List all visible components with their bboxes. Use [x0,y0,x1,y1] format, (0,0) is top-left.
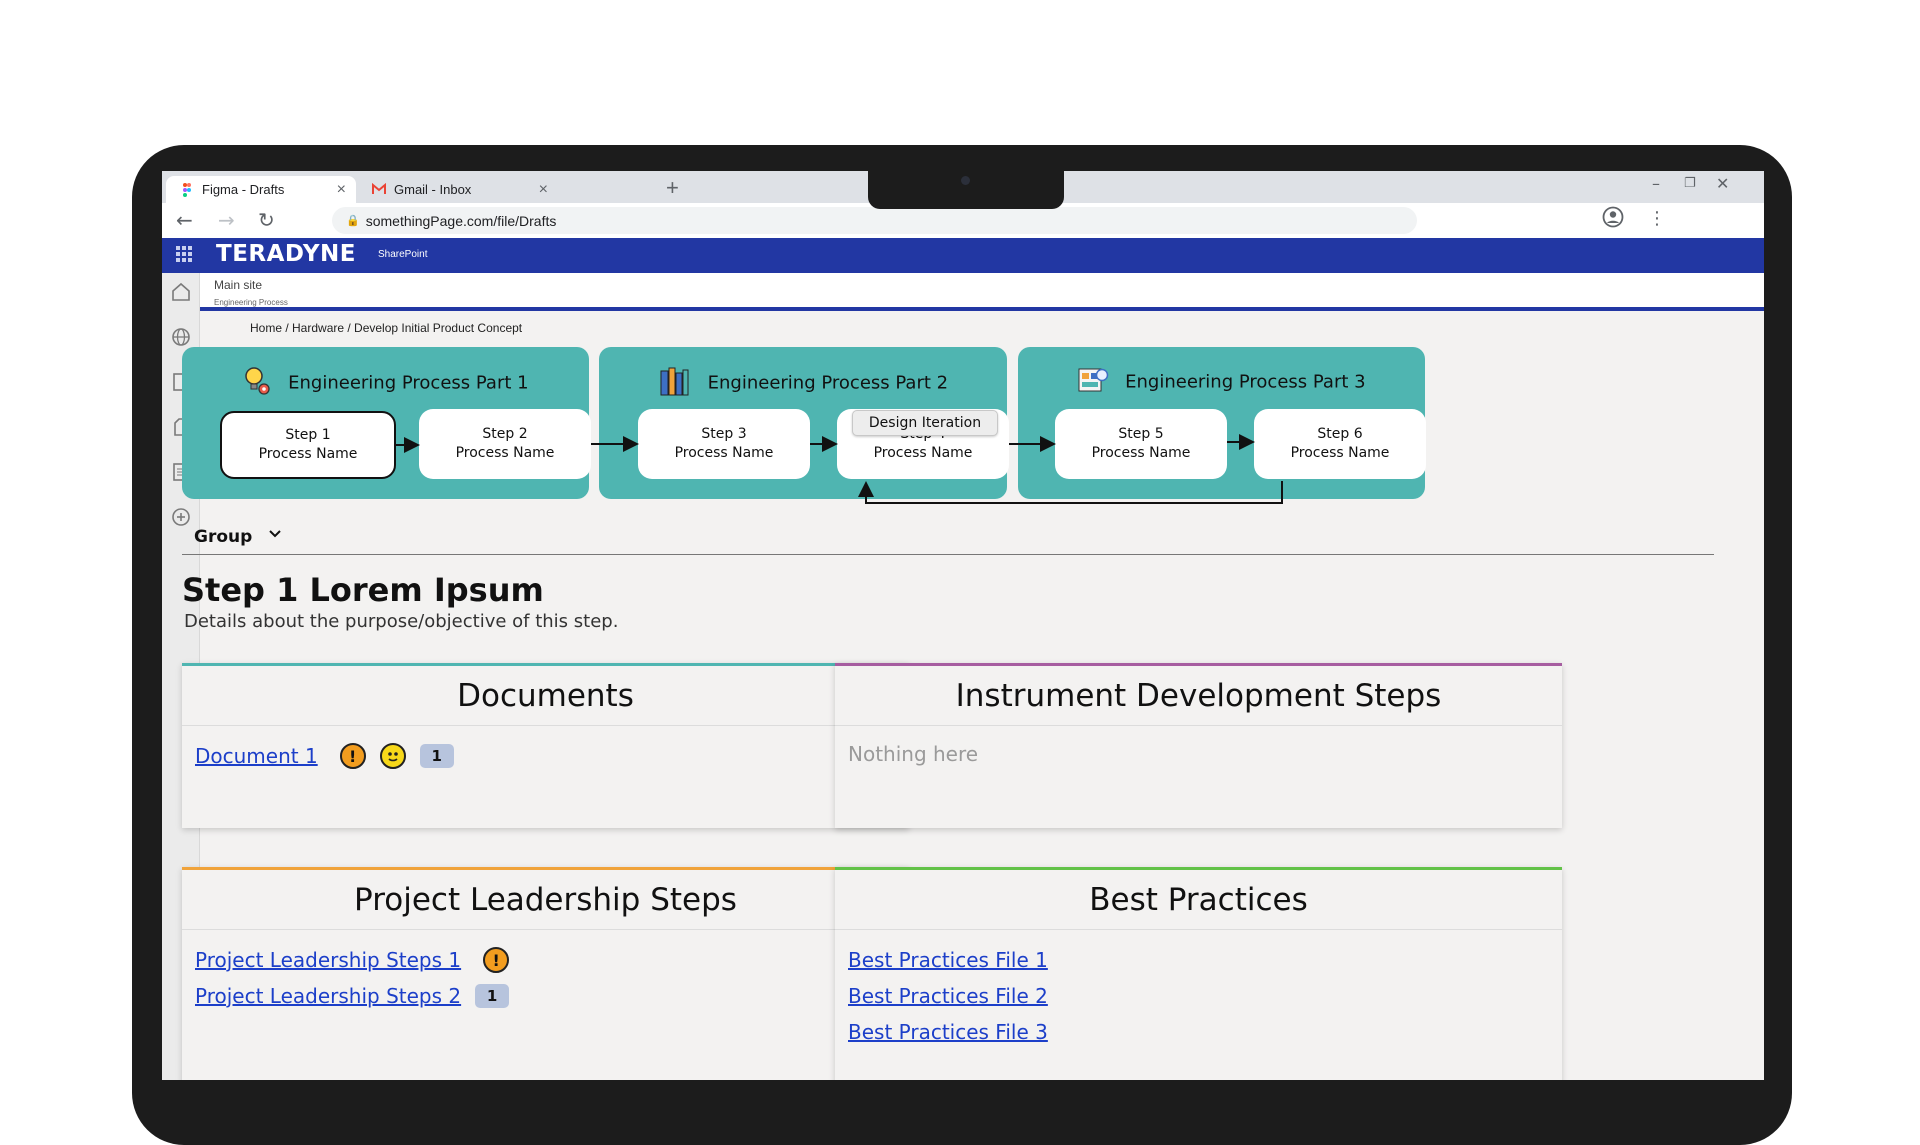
count-badge: 1 [419,744,454,768]
step-name: Step 5 [1118,426,1164,442]
warning-icon[interactable]: ! [483,947,510,973]
group-filter-bar: Group [182,519,1714,555]
step-sub: Process Name [1290,445,1390,461]
step-card-5[interactable]: Step 5 Process Name [1055,409,1227,479]
sharepoint-header: TERADYNE SharePoint [162,238,1764,273]
empty-state-text: Nothing here [848,742,979,766]
blueprint-icon [1077,365,1109,400]
close-tab-icon[interactable]: × [337,181,346,199]
document-link[interactable]: Best Practices File 3 [848,1020,1048,1044]
tab-title: Figma - Drafts [202,182,285,197]
step-sub: Process Name [674,445,774,461]
back-icon[interactable]: ← [176,208,193,232]
address-bar[interactable]: 🔒 somethingPage.com/file/Drafts [332,207,1417,234]
list-item: Document 1 ! 1 [195,738,896,774]
step-card-1[interactable]: Step 1 Process Name [220,411,396,479]
step-sub: Process Name [258,446,358,462]
gmail-icon [372,182,386,197]
app-launcher-icon[interactable] [176,246,192,262]
new-tab-button[interactable]: + [666,175,679,201]
lightbulb-gear-icon [242,365,272,402]
step-card-2[interactable]: Step 2 Process Name [419,409,591,479]
warning-icon[interactable]: ! [339,743,366,769]
review-status-icon[interactable] [379,743,406,769]
document-link[interactable]: Best Practices File 1 [848,948,1048,972]
brand-logo[interactable]: TERADYNE [216,241,356,267]
step-name: Step 3 [701,426,747,442]
step-name: Step 1 [285,427,331,443]
documents-card: Documents Document 1 ! 1 [182,663,909,828]
card-title: Best Practices [835,870,1562,930]
minimize-icon[interactable]: – [1652,174,1660,193]
tab-title: Gmail - Inbox [394,182,472,197]
panel-title: Engineering Process Part 3 [1018,365,1425,400]
tab-figma[interactable]: Figma - Drafts × [166,176,356,203]
best-practices-card: Best Practices Best Practices File 1 Bes… [835,867,1562,1080]
list-item: Best Practices File 2 [848,978,1549,1014]
list-item: Project Leadership Steps 1 ! [195,942,896,978]
chevron-down-icon[interactable] [268,525,282,544]
panel-title-text: Engineering Process Part 2 [707,372,949,394]
step-sub: Process Name [455,445,555,461]
forward-icon[interactable]: → [218,208,235,232]
design-iteration-label: Design Iteration [852,410,998,436]
step-sub: Process Name [1091,445,1191,461]
document-link[interactable]: Project Leadership Steps 1 [195,948,461,972]
count-badge: 1 [475,984,510,1008]
globe-icon[interactable] [170,326,192,348]
group-dropdown[interactable]: Group [194,527,252,547]
list-item: Best Practices File 1 [848,942,1549,978]
reload-icon[interactable]: ↻ [258,208,275,232]
lock-icon: 🔒 [346,215,360,227]
card-title: Documents [182,666,909,726]
card-title: Project Leadership Steps [182,870,909,930]
step-sub: Process Name [873,445,973,461]
site-title[interactable]: Main site [214,278,262,292]
more-menu-icon[interactable]: ⋮ [1648,208,1666,229]
close-window-icon[interactable]: ✕ [1716,174,1729,193]
step-card-6[interactable]: Step 6 Process Name [1254,409,1426,479]
profile-icon[interactable] [1602,206,1624,233]
close-tab-icon[interactable]: × [539,181,548,199]
list-item: Project Leadership Steps 2 1 [195,978,896,1014]
step-description: Details about the purpose/objective of t… [184,611,619,632]
step-card-3[interactable]: Step 3 Process Name [638,409,810,479]
books-ruler-icon [658,365,692,402]
list-item: Best Practices File 3 [848,1014,1549,1050]
figma-icon [180,182,194,197]
screen: Figma - Drafts × Gmail - Inbox × + – ❐ ✕… [162,171,1764,1080]
home-icon[interactable] [170,281,192,303]
panel-title-text: Engineering Process Part 3 [1125,371,1366,393]
restore-icon[interactable]: ❐ [1684,176,1696,191]
site-subtitle[interactable]: Engineering Process [214,298,288,307]
step-name: Step 2 [482,426,528,442]
url-text: somethingPage.com/file/Drafts [365,212,557,229]
step-title: Step 1 Lorem Ipsum [182,571,544,609]
card-title: Instrument Development Steps [835,666,1562,726]
step-name: Step 6 [1317,426,1363,442]
tab-gmail[interactable]: Gmail - Inbox × [358,176,558,203]
document-link[interactable]: Document 1 [195,744,318,768]
document-link[interactable]: Best Practices File 2 [848,984,1048,1008]
breadcrumb[interactable]: Home / Hardware / Develop Initial Produc… [250,321,522,335]
camera-icon [961,176,970,185]
instrument-steps-card: Instrument Development Steps Nothing her… [835,663,1562,828]
panel-title: Engineering Process Part 2 [599,365,1007,402]
site-navigation: Main site Engineering Process [200,273,1764,311]
project-leadership-card: Project Leadership Steps Project Leaders… [182,867,909,1080]
panel-title-text: Engineering Process Part 1 [288,372,529,394]
document-link[interactable]: Project Leadership Steps 2 [195,984,461,1008]
brand-subtitle[interactable]: SharePoint [378,249,427,260]
panel-title: Engineering Process Part 1 [182,365,589,402]
